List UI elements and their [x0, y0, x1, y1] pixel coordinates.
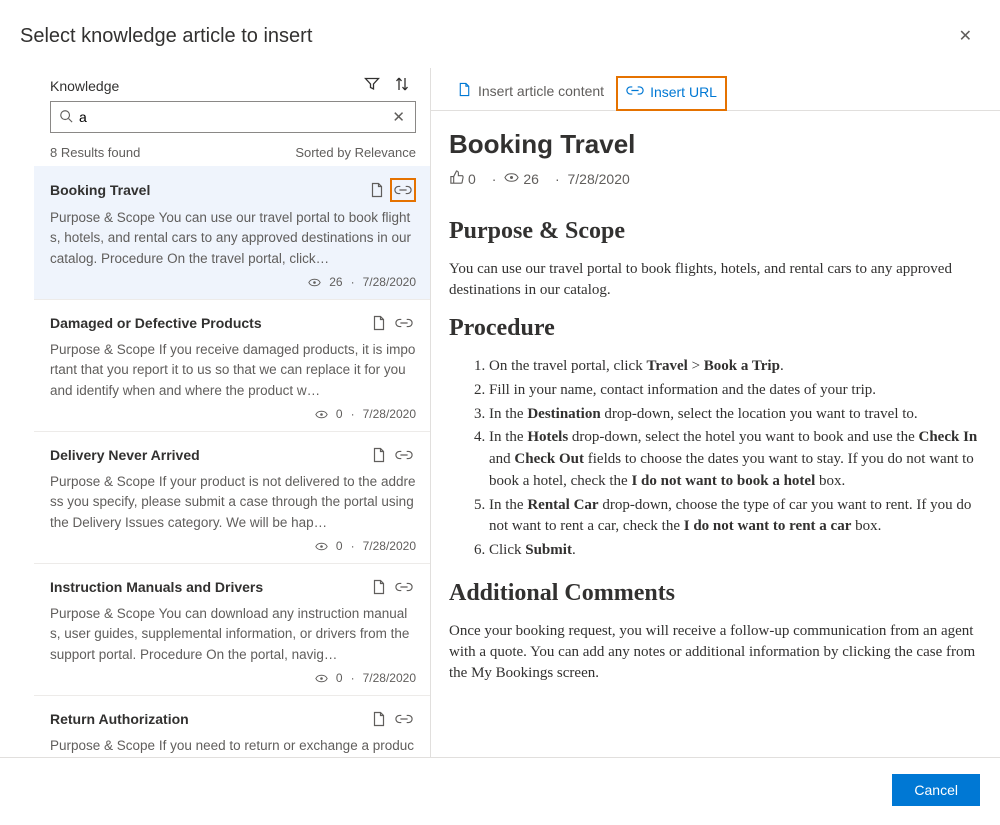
- link-icon: [626, 83, 644, 101]
- eye-icon: [315, 671, 328, 685]
- result-card[interactable]: Return Authorization Purpose & Scope If …: [34, 696, 430, 757]
- result-card[interactable]: Delivery Never Arrived Purpose & Scope I…: [34, 432, 430, 564]
- eye-icon: [315, 539, 328, 553]
- search-input[interactable]: [73, 109, 390, 125]
- doc-icon[interactable]: [368, 312, 390, 334]
- doc-icon[interactable]: [366, 179, 388, 201]
- result-date: 7/28/2020: [363, 275, 416, 289]
- doc-icon: [457, 82, 472, 100]
- filter-icon[interactable]: [364, 76, 380, 95]
- result-title: Booking Travel: [50, 182, 150, 198]
- link-icon[interactable]: [392, 312, 416, 334]
- eye-icon: [315, 407, 328, 421]
- result-date: 7/28/2020: [363, 539, 416, 553]
- link-icon[interactable]: [392, 708, 416, 730]
- tab-insert-content[interactable]: Insert article content: [449, 76, 612, 110]
- result-card[interactable]: Booking Travel Purpose & Scope You can u…: [34, 166, 430, 300]
- result-title: Damaged or Defective Products: [50, 315, 262, 331]
- result-title: Delivery Never Arrived: [50, 447, 200, 463]
- result-snippet: Purpose & Scope If your product is not d…: [50, 472, 416, 533]
- section-heading: Additional Comments: [449, 580, 982, 607]
- sort-label: Sorted by Relevance: [295, 145, 416, 160]
- result-snippet: Purpose & Scope If you receive damaged p…: [50, 340, 416, 401]
- results-count: 8 Results found: [50, 145, 140, 160]
- thumb-icon: [449, 170, 464, 188]
- knowledge-panel: Knowledge ✕ 8 Results found Sorted by Re…: [0, 68, 430, 757]
- section-para: Once your booking request, you will rece…: [449, 621, 982, 684]
- section-para: You can use our travel portal to book fl…: [449, 259, 982, 301]
- result-snippet: Purpose & Scope You can download any ins…: [50, 604, 416, 665]
- doc-icon[interactable]: [368, 444, 390, 466]
- preview-panel: Insert article content Insert URL Bookin…: [430, 68, 1000, 757]
- result-card[interactable]: Instruction Manuals and Drivers Purpose …: [34, 564, 430, 696]
- link-icon[interactable]: [390, 178, 416, 202]
- result-title: Return Authorization: [50, 711, 189, 727]
- result-card[interactable]: Damaged or Defective Products Purpose & …: [34, 300, 430, 432]
- preview-content: Purpose & Scope You can use our travel p…: [449, 218, 982, 684]
- result-views: 0: [336, 539, 343, 553]
- tab-insert-url[interactable]: Insert URL: [616, 76, 727, 111]
- results-list[interactable]: Booking Travel Purpose & Scope You can u…: [34, 166, 430, 757]
- doc-icon[interactable]: [368, 576, 390, 598]
- link-icon[interactable]: [392, 444, 416, 466]
- result-snippet: Purpose & Scope If you need to return or…: [50, 736, 416, 757]
- preview-title: Booking Travel: [449, 129, 982, 160]
- link-icon[interactable]: [392, 576, 416, 598]
- procedure-list: On the travel portal, click Travel > Boo…: [449, 356, 982, 562]
- doc-icon[interactable]: [368, 708, 390, 730]
- clear-search-icon[interactable]: ✕: [390, 108, 407, 126]
- result-date: 7/28/2020: [363, 671, 416, 685]
- search-icon: [59, 109, 73, 126]
- section-heading: Procedure: [449, 315, 982, 342]
- result-title: Instruction Manuals and Drivers: [50, 579, 263, 595]
- preview-meta: 0 · 26 · 7/28/2020: [449, 170, 982, 188]
- close-button[interactable]: ✕: [951, 22, 980, 50]
- eye-icon: [308, 275, 321, 289]
- result-views: 26: [329, 275, 342, 289]
- eye-icon: [504, 170, 519, 188]
- result-views: 0: [336, 671, 343, 685]
- result-snippet: Purpose & Scope You can use our travel p…: [50, 208, 416, 269]
- dialog-title: Select knowledge article to insert: [20, 25, 312, 48]
- cancel-button[interactable]: Cancel: [892, 774, 980, 806]
- search-box[interactable]: ✕: [50, 101, 416, 133]
- section-heading: Purpose & Scope: [449, 218, 982, 245]
- result-date: 7/28/2020: [363, 407, 416, 421]
- knowledge-heading: Knowledge: [50, 78, 119, 94]
- sort-icon[interactable]: [394, 76, 410, 95]
- result-views: 0: [336, 407, 343, 421]
